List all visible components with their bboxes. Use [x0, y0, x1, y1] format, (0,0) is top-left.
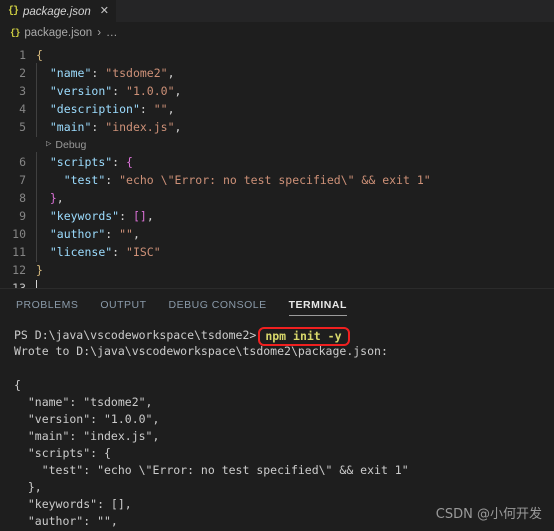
csdn-watermark: CSDN @小何开发 [435, 507, 542, 522]
line-number: 4 [19, 102, 26, 116]
close-icon[interactable]: ✕ [100, 6, 109, 17]
line-number: 2 [19, 66, 26, 80]
code-line: 10 "author": "", [0, 224, 554, 244]
terminal-line: }, [14, 480, 42, 494]
line-content: "name": "tsdome2", [36, 63, 175, 83]
play-icon: ▷ [46, 139, 52, 149]
terminal-line: "test": "echo \"Error: no test specified… [14, 463, 409, 477]
line-content: "main": "index.js", [36, 117, 181, 137]
terminal-output[interactable]: PS D:\java\vscodeworkspace\tsdome2> npm i… [0, 321, 554, 531]
code-line: 9 "keywords": [], [0, 206, 554, 226]
line-number: 6 [19, 155, 26, 169]
code-line: 3 "version": "1.0.0", [0, 81, 554, 101]
breadcrumb-ellipsis[interactable]: … [106, 27, 118, 39]
editor-tab-package-json[interactable]: {} package.json ✕ [0, 0, 117, 22]
code-line: 6 "scripts": { [0, 152, 554, 172]
tab-terminal[interactable]: TERMINAL [288, 289, 348, 321]
codelens-debug[interactable]: ▷ Debug [0, 136, 554, 153]
panel-tab-bar: PROBLEMS OUTPUT DEBUG CONSOLE TERMINAL [0, 289, 554, 321]
line-content: } [36, 263, 43, 277]
codelens-label[interactable]: Debug [55, 139, 86, 151]
terminal-line: "name": "tsdome2", [14, 395, 153, 409]
line-number: 5 [19, 120, 26, 134]
breadcrumb-file[interactable]: package.json [24, 27, 92, 39]
json-file-icon: {} [8, 6, 19, 17]
line-content: "license": "ISC" [36, 242, 161, 262]
terminal-line: "version": "1.0.0", [14, 412, 160, 426]
tab-debug-console[interactable]: DEBUG CONSOLE [169, 289, 267, 321]
text-cursor [36, 280, 37, 288]
chevron-right-icon: › [97, 26, 102, 39]
json-file-icon: {} [10, 27, 20, 38]
code-editor[interactable]: 1 { 2 "name": "tsdome2", 3 "version": "1… [0, 43, 554, 288]
tab-problems[interactable]: PROBLEMS [16, 289, 78, 321]
line-number: 10 [12, 227, 26, 241]
line-content: { [36, 48, 43, 62]
line-content: "author": "", [36, 224, 140, 244]
line-number: 1 [19, 48, 26, 62]
terminal-command: npm init -y [265, 329, 342, 343]
vscode-window: {} package.json ✕ {} package.json › … 1 … [0, 0, 554, 531]
editor-tab-label: package.json [23, 5, 91, 18]
editor-tab-bar: {} package.json ✕ [0, 0, 554, 22]
terminal-line: "scripts": { [14, 446, 111, 460]
line-content: "keywords": [], [36, 206, 154, 226]
code-line: 7 "test": "echo \"Error: no test specifi… [0, 170, 554, 190]
line-number: 11 [12, 245, 26, 259]
terminal-command-line: PS D:\java\vscodeworkspace\tsdome2> npm i… [14, 326, 554, 346]
line-number: 7 [19, 173, 26, 187]
current-line-highlight [46, 287, 546, 288]
line-content: "version": "1.0.0", [36, 81, 181, 101]
code-line-active: 13 [0, 279, 554, 288]
command-highlight-box: npm init -y [258, 327, 350, 346]
terminal-line: { [14, 378, 21, 392]
code-line: 1 { [0, 46, 554, 64]
breadcrumb: {} package.json › … [0, 22, 554, 43]
code-line: 11 "license": "ISC" [0, 242, 554, 262]
line-number: 12 [12, 263, 26, 277]
bottom-panel: PROBLEMS OUTPUT DEBUG CONSOLE TERMINAL P… [0, 288, 554, 531]
line-content [36, 280, 37, 288]
code-line: 2 "name": "tsdome2", [0, 63, 554, 83]
code-line: 5 "main": "index.js", [0, 117, 554, 137]
line-number: 8 [19, 191, 26, 205]
line-number: 13 [12, 281, 26, 288]
line-content: }, [36, 188, 64, 208]
code-line: 12 } [0, 261, 554, 279]
line-content: "description": "", [36, 99, 175, 119]
line-content: "test": "echo \"Error: no test specified… [36, 170, 431, 190]
terminal-prompt: PS D:\java\vscodeworkspace\tsdome2> [14, 328, 257, 342]
tab-output[interactable]: OUTPUT [100, 289, 146, 321]
code-line: 8 }, [0, 188, 554, 208]
line-content: "scripts": { [36, 152, 133, 172]
line-number: 3 [19, 84, 26, 98]
code-line: 4 "description": "", [0, 99, 554, 119]
line-number: 9 [19, 209, 26, 223]
terminal-line: "main": "index.js", [14, 429, 160, 443]
